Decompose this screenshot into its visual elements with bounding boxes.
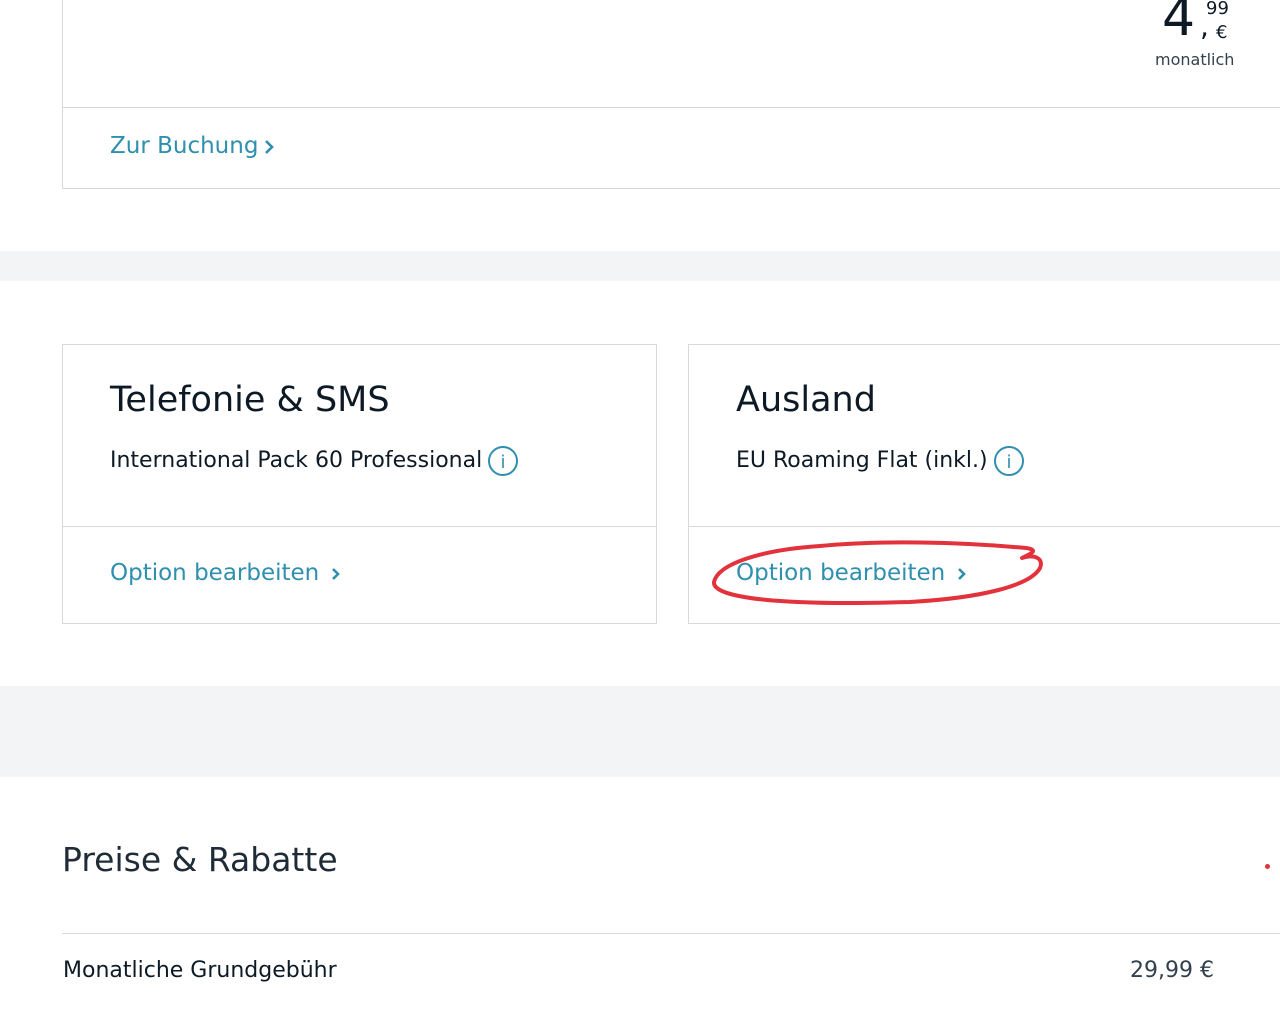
chevron-right-icon xyxy=(265,139,275,154)
option-card-divider xyxy=(62,526,657,527)
annotation-dot xyxy=(1265,864,1270,869)
section-separator xyxy=(0,686,1280,777)
option-item-label: EU Roaming Flat (inkl.) xyxy=(736,448,988,473)
price-period: monatlich xyxy=(1155,50,1235,69)
price-cents: 99 xyxy=(1206,0,1229,19)
price-separator: , xyxy=(1200,10,1209,43)
price-display: 4 99 , € monatlich xyxy=(1150,0,1240,70)
option-item-label: International Pack 60 Professional xyxy=(110,448,483,473)
annotation-circle xyxy=(712,540,1043,605)
section-separator xyxy=(0,251,1280,281)
top-card-divider xyxy=(62,107,1280,108)
option-card-divider xyxy=(688,526,1280,527)
option-item: International Pack 60 Professional i xyxy=(110,445,519,477)
info-icon[interactable]: i xyxy=(993,445,1025,477)
prices-heading: Preise & Rabatte xyxy=(62,840,338,879)
option-item: EU Roaming Flat (inkl.) i xyxy=(736,445,1025,477)
chevron-right-icon xyxy=(332,567,341,580)
option-edit-label: Option bearbeiten xyxy=(110,560,320,586)
option-edit-link[interactable]: Option bearbeiten xyxy=(110,560,343,586)
top-offer-card xyxy=(62,0,1280,189)
price-row-value: 29,99 € xyxy=(1130,958,1214,983)
option-title: Telefonie & SMS xyxy=(110,380,390,420)
option-title: Ausland xyxy=(736,380,876,420)
prices-divider xyxy=(62,933,1280,934)
svg-text:i: i xyxy=(1006,452,1011,473)
svg-text:i: i xyxy=(501,452,506,473)
booking-link[interactable]: Zur Buchung xyxy=(110,133,275,159)
price-euros: 4 xyxy=(1162,0,1196,48)
price-currency: € xyxy=(1216,22,1228,43)
booking-link-label: Zur Buchung xyxy=(110,133,259,159)
price-row: Monatliche Grundgebühr 29,99 € xyxy=(62,958,1222,992)
info-icon[interactable]: i xyxy=(487,445,519,477)
price-row-label: Monatliche Grundgebühr xyxy=(63,958,337,983)
